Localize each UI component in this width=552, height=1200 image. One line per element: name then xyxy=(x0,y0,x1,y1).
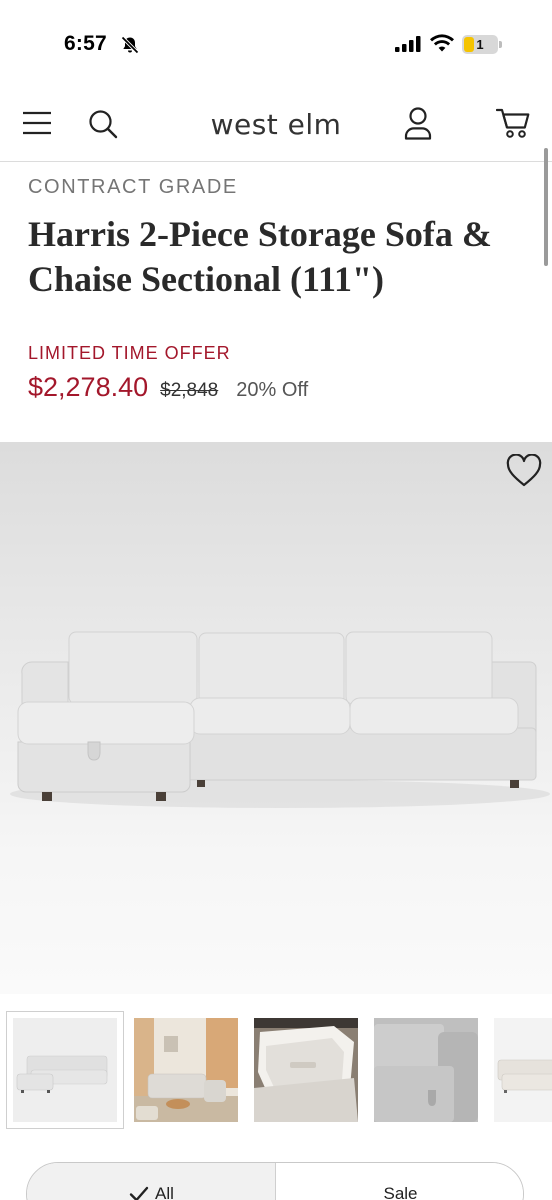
heart-outline-icon[interactable] xyxy=(506,454,542,488)
thumbnail-1[interactable] xyxy=(6,1011,124,1129)
thumb-side-image xyxy=(494,1018,552,1122)
brand-logo[interactable]: west elm xyxy=(0,108,552,141)
account-icon[interactable] xyxy=(403,106,433,140)
discount-label: 20% Off xyxy=(236,379,309,401)
status-time: 6:57 xyxy=(64,32,107,55)
battery-icon: 1 xyxy=(462,35,502,54)
cellular-signal-icon xyxy=(395,36,421,52)
thumbnail-strip xyxy=(0,1010,552,1130)
thumbnail-3[interactable] xyxy=(254,1018,358,1122)
product-title: Harris 2-Piece Storage Sofa & Chaise Sec… xyxy=(28,214,492,299)
thumbnail-2[interactable] xyxy=(134,1018,238,1122)
site-header: west elm xyxy=(0,90,552,162)
check-icon xyxy=(129,1186,149,1200)
filter-sale-button[interactable]: Sale xyxy=(276,1163,523,1200)
cart-icon[interactable] xyxy=(496,107,530,139)
thumb-room-image xyxy=(134,1018,238,1122)
battery-level: 1 xyxy=(476,37,484,52)
sale-price: $2,278.40 xyxy=(28,372,149,402)
bell-slash-icon xyxy=(121,36,139,54)
filter-sale-label: Sale xyxy=(383,1184,418,1200)
original-price: $2,848 xyxy=(160,380,219,401)
thumb-storage-image xyxy=(254,1018,358,1122)
wifi-icon xyxy=(430,34,454,52)
thumbnail-5[interactable] xyxy=(494,1018,552,1122)
thumb-sofa-image xyxy=(13,1018,117,1122)
filter-all-button[interactable]: All xyxy=(27,1163,276,1200)
thumb-detail-image xyxy=(374,1018,478,1122)
thumbnail-4[interactable] xyxy=(374,1018,478,1122)
filter-toggle: All Sale xyxy=(26,1162,524,1200)
product-eyebrow: CONTRACT GRADE xyxy=(28,176,238,198)
product-hero-image[interactable] xyxy=(0,442,552,994)
scroll-indicator[interactable] xyxy=(544,148,548,266)
status-bar: 6:57 1 xyxy=(0,0,552,90)
offer-label: LIMITED TIME OFFER xyxy=(28,343,231,363)
sofa-image xyxy=(10,631,550,808)
filter-all-label: All xyxy=(155,1184,174,1200)
price-row: $2,278.40 $2,848 20% Off xyxy=(28,372,308,408)
